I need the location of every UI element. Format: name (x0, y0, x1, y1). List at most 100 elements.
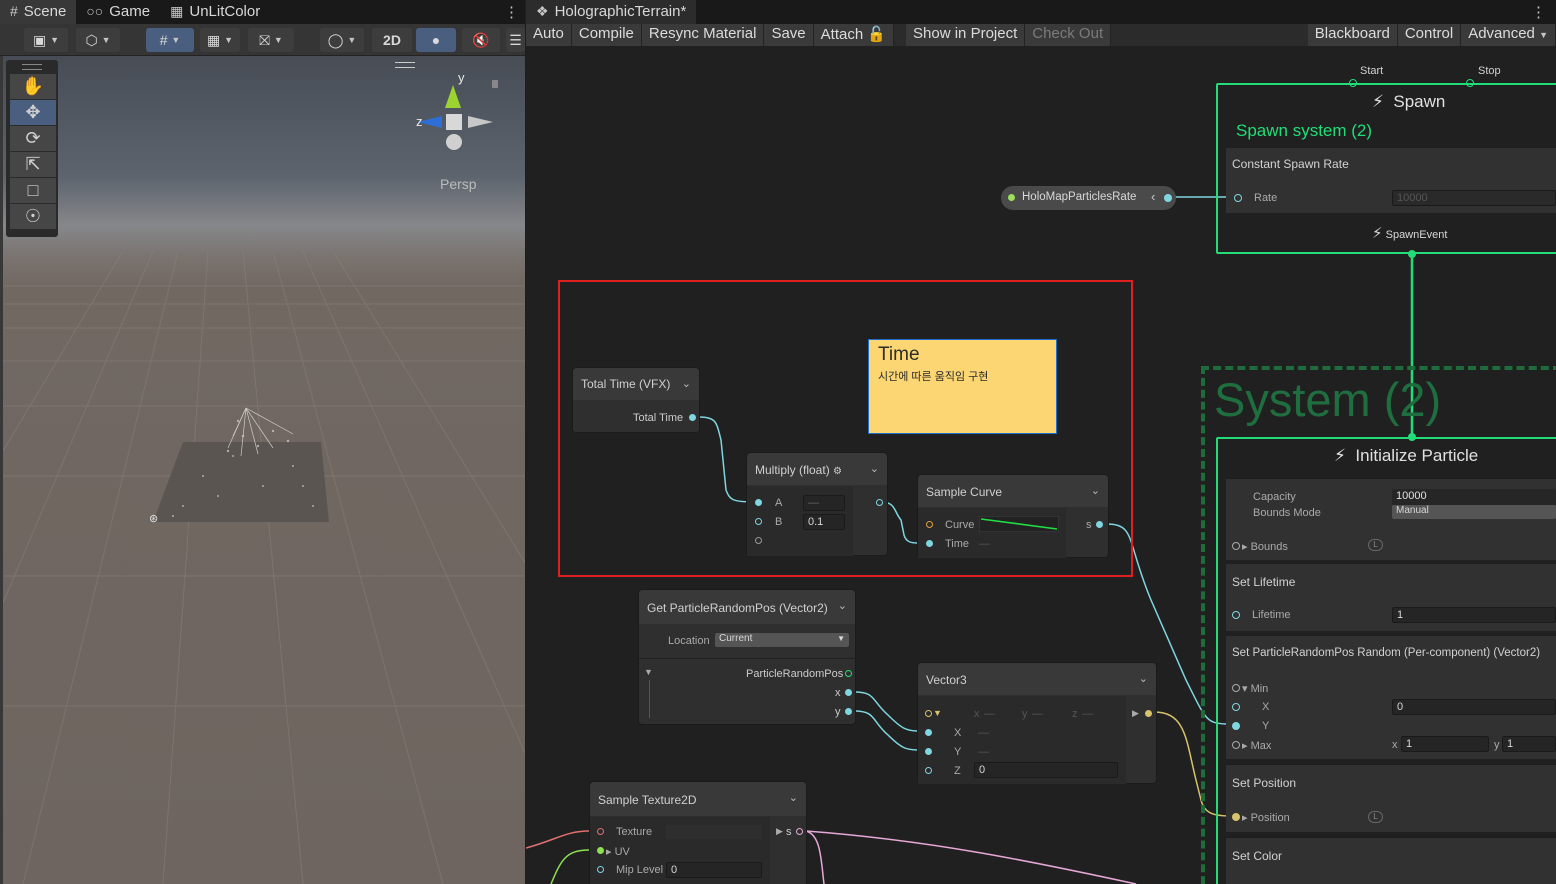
toggle-2d-button[interactable]: 2D (372, 28, 412, 52)
vector3-header-z-value[interactable]: — (1082, 708, 1093, 720)
mip-level-field[interactable]: 0 (666, 862, 762, 878)
get-random-pos-node[interactable]: Get ParticleRandomPos (Vector2) ⌄ Locatio… (638, 589, 857, 725)
bounds-label[interactable]: ▸ Bounds (1242, 540, 1288, 553)
grid-icon: # (159, 32, 168, 48)
mip-level-label: Mip Level (616, 864, 664, 876)
chevron-down-icon[interactable]: ⌄ (1139, 672, 1148, 685)
tab-game[interactable]: ○○ Game (76, 0, 160, 24)
vector3-z-port[interactable] (925, 767, 932, 774)
rate-port[interactable] (1234, 194, 1242, 202)
vector3-input-port[interactable] (925, 710, 932, 717)
vector3-node[interactable]: Vector3 ⌄ ▼ x — y — z — X — Y — Z 0 ▶ (917, 662, 1157, 784)
transform-tool-button[interactable]: ☉ (10, 204, 56, 230)
draw-mode-button[interactable]: ▣ ▼ (24, 28, 68, 52)
capacity-field[interactable]: 10000 (1392, 489, 1556, 505)
texture-field[interactable] (666, 825, 762, 839)
render-mode-button[interactable]: ◯ ▼ (320, 28, 364, 52)
mip-level-port[interactable] (597, 866, 604, 873)
vector3-x-value[interactable]: — (978, 727, 989, 739)
chevron-down-icon[interactable]: ⌄ (789, 791, 798, 804)
min-port[interactable] (1232, 684, 1240, 692)
cube-icon: ⬡ (85, 31, 98, 48)
scene-tabbar: # Scene ○○ Game ▦ UnLitColor (0, 0, 525, 24)
property-node[interactable]: HoloMapParticlesRate ‹ (1001, 186, 1176, 210)
min-y-port[interactable] (1232, 722, 1240, 730)
set-position-block[interactable]: Set Position ▸ Position L (1226, 764, 1556, 832)
spawn-system-name[interactable]: Spawn system (2) (1236, 121, 1372, 141)
spawn-start-port[interactable] (1349, 79, 1357, 87)
max-x-field[interactable]: 1 (1401, 736, 1489, 752)
spawn-stop-port[interactable] (1466, 79, 1474, 87)
set-color-block[interactable]: Set Color (1226, 837, 1556, 884)
uv-label[interactable]: ▸ UV (606, 845, 630, 858)
min-label[interactable]: ▾ Min (1242, 682, 1268, 695)
max-label[interactable]: ▸ Max (1242, 739, 1271, 752)
set-random-pos-block[interactable]: Set ParticleRandomPos Random (Per-compon… (1226, 635, 1556, 759)
bounds-mode-dropdown[interactable]: Manual (1392, 505, 1556, 519)
scale-tool-button[interactable]: ⇱ (10, 152, 56, 178)
effects-button[interactable]: ☰ (506, 28, 525, 52)
package-icon: ▦ (170, 3, 184, 19)
uv-port[interactable] (597, 847, 604, 854)
vector3-title: Vector3 ⌄ (918, 663, 1156, 695)
random-pos-output-port[interactable] (845, 670, 852, 677)
position-space-badge[interactable]: L (1368, 811, 1383, 823)
vector3-y-port[interactable] (925, 748, 932, 755)
chevron-left-icon[interactable]: ‹ (1151, 189, 1155, 204)
set-lifetime-block[interactable]: Set Lifetime Lifetime 1 (1226, 563, 1556, 631)
palette-handle[interactable] (22, 64, 42, 70)
rotate-tool-button[interactable]: ⟳ (10, 126, 56, 152)
constant-spawn-rate-block[interactable]: Constant Spawn Rate Rate 10000 (1226, 147, 1556, 213)
lighting-toggle-button[interactable]: ● (416, 28, 456, 52)
move-tool-button[interactable]: ✥ (10, 100, 56, 126)
max-port[interactable] (1232, 741, 1240, 749)
sample-texture-node[interactable]: Sample Texture2D ⌄ Texture ▸ UV Mip Level… (589, 781, 807, 884)
max-x-label: x (1392, 739, 1398, 751)
bounds-space-badge[interactable]: L (1368, 539, 1383, 551)
property-output-port[interactable] (1164, 194, 1172, 202)
sample-texture-output-port[interactable] (796, 828, 803, 835)
scene-menu-icon[interactable]: ⋮ (504, 3, 519, 21)
random-pos-x-port[interactable] (845, 689, 852, 696)
shading-button[interactable]: ⬡ ▼ (76, 28, 120, 52)
rate-field[interactable]: 10000 (1392, 190, 1556, 206)
lightning-icon: ⚡︎ (1334, 446, 1346, 465)
position-label[interactable]: ▸ Position (1242, 811, 1290, 824)
chevron-down-icon[interactable]: ⌄ (838, 599, 847, 612)
spawn-stop-label: Stop (1478, 65, 1501, 77)
chevron-down-icon: ▼ (50, 35, 60, 45)
vector3-y-value[interactable]: — (978, 746, 989, 758)
gizmo-handle[interactable] (395, 62, 415, 68)
vector3-header-y-value[interactable]: — (1032, 708, 1043, 720)
lifetime-field[interactable]: 1 (1392, 607, 1556, 623)
ruler-button[interactable]: ⛝ ▼ (248, 28, 294, 52)
vector3-x-port[interactable] (925, 729, 932, 736)
system-label[interactable]: System (2) (1214, 372, 1441, 427)
bounds-port[interactable] (1232, 542, 1240, 550)
rect-tool-button[interactable]: □ (10, 178, 56, 204)
increment-snap-button[interactable]: ▦ ▼ (200, 28, 240, 52)
scene-viewport[interactable]: ⊛ y z Persp (3, 56, 525, 884)
initialize-input-port[interactable] (1408, 433, 1416, 441)
collapse-arrow-icon[interactable]: ▼ (644, 667, 653, 677)
vector3-expand-icon[interactable]: ▼ (933, 708, 942, 718)
vector3-output-port[interactable] (1145, 710, 1152, 717)
min-x-field[interactable]: 0 (1392, 699, 1556, 715)
tab-unlitcolor[interactable]: ▦ UnLitColor (160, 0, 270, 24)
max-y-field[interactable]: 1 (1502, 736, 1556, 752)
audio-toggle-button[interactable]: 🔇 (462, 28, 500, 52)
grid-snap-button[interactable]: # ▼ (146, 28, 194, 52)
texture-port[interactable] (597, 828, 604, 835)
vector3-header-x-value[interactable]: — (984, 708, 995, 720)
random-pos-y-port[interactable] (845, 708, 852, 715)
projection-label[interactable]: Persp (440, 176, 477, 192)
tab-scene[interactable]: # Scene (0, 0, 77, 24)
min-x-port[interactable] (1232, 703, 1240, 711)
vector3-z-field[interactable]: 0 (974, 762, 1118, 778)
location-dropdown[interactable]: Current ▼ (715, 633, 849, 647)
spawn-event-port[interactable] (1408, 250, 1416, 258)
hand-tool-button[interactable]: ✋ (10, 74, 56, 100)
lifetime-port[interactable] (1232, 611, 1240, 619)
position-port[interactable] (1232, 813, 1240, 821)
orientation-gizmo[interactable]: y z (408, 70, 498, 160)
